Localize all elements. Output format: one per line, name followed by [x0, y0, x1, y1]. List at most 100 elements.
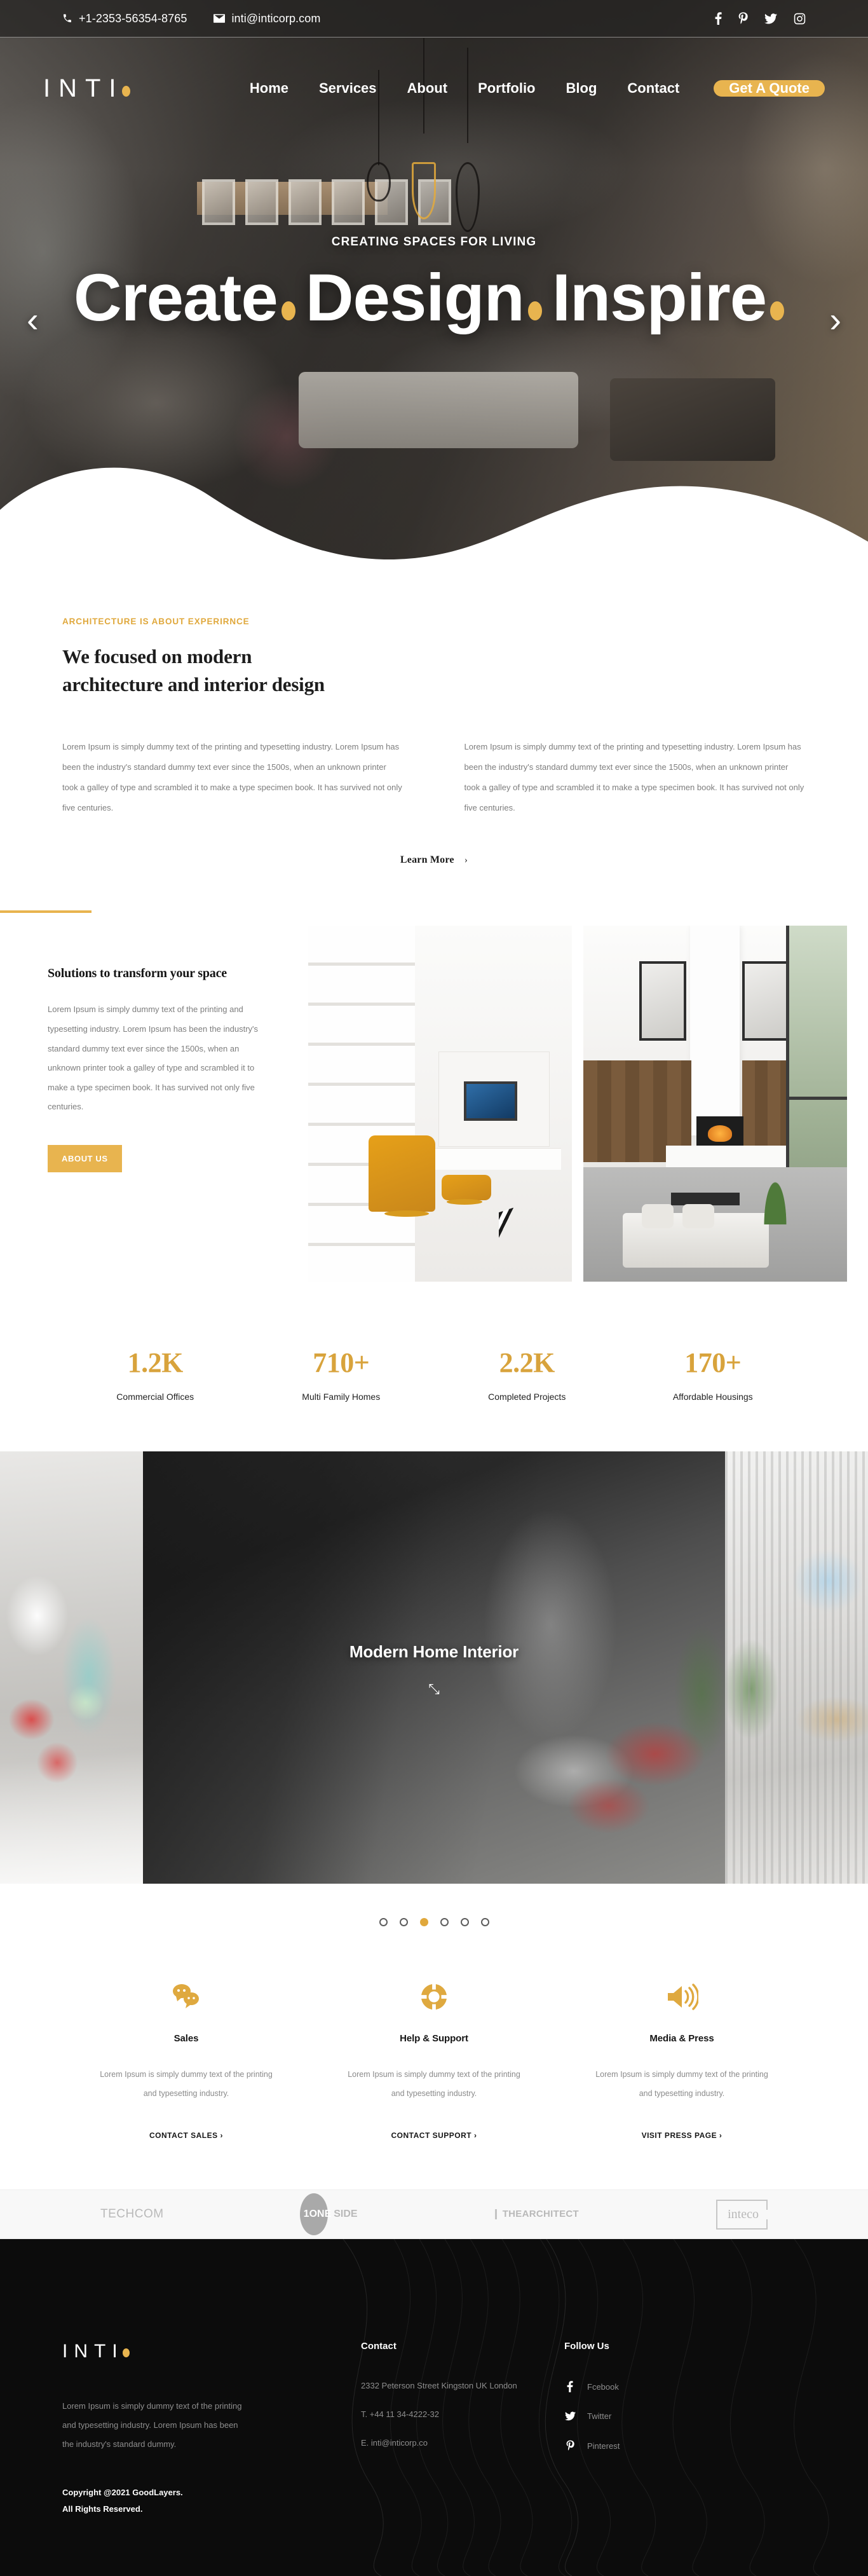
stat-number: 1.2K	[127, 1347, 184, 1379]
carousel-dot-2[interactable]	[399, 1918, 408, 1927]
focus-columns: Lorem Ipsum is simply dummy text of the …	[62, 737, 806, 818]
service-card-media: Media & Press Lorem Ipsum is simply dumm…	[558, 1977, 806, 2141]
nav-item-portfolio[interactable]: Portfolio	[463, 80, 550, 97]
focus-heading: We focused on modern architecture and in…	[62, 643, 806, 699]
client-logos-bar: TECH COM 1ONE SIDE THE ARCHITECT inteco	[0, 2189, 868, 2240]
site-logo[interactable]: INTI	[43, 74, 130, 103]
chat-bubbles-icon	[93, 1977, 280, 2017]
expand-arrows-icon[interactable]: ⤡	[428, 1682, 440, 1696]
top-bar: +1-2353-56354-8765 inti@inticorp.com	[0, 0, 868, 38]
hero-decor-sofa	[299, 372, 578, 448]
solutions-text-column: Solutions to transform your space Lorem …	[0, 910, 308, 1282]
contact-sales-link[interactable]: CONTACT SALES ›	[149, 2131, 223, 2140]
focus-section: ARCHITECTURE IS ABOUT EXPERIRNCE We focu…	[62, 559, 806, 866]
hero-dot-icon	[281, 301, 295, 320]
gallery-slide-active[interactable]: Modern Home Interior ⤡	[143, 1451, 725, 1884]
footer-logo[interactable]: INTI	[62, 2341, 361, 2362]
hero-dot-icon	[527, 301, 542, 320]
stat-number: 710+	[313, 1347, 370, 1379]
service-body: Lorem Ipsum is simply dummy text of the …	[100, 2070, 273, 2098]
stat-number: 2.2K	[499, 1347, 555, 1379]
instagram-icon[interactable]	[794, 13, 806, 25]
footer-facebook-link[interactable]: Fcebook	[564, 2381, 768, 2393]
footer-description: Lorem Ipsum is simply dummy text of the …	[62, 2401, 242, 2449]
twitter-icon[interactable]	[764, 13, 777, 24]
hero-word-1: Create	[73, 261, 278, 335]
stat-item: 710+ Multi Family Homes	[248, 1346, 435, 1402]
service-card-sales: Sales Lorem Ipsum is simply dummy text o…	[62, 1977, 310, 2141]
facebook-icon	[564, 2381, 576, 2393]
gallery-slide-next[interactable]	[725, 1451, 868, 1884]
twitter-icon	[564, 2411, 576, 2421]
logo-dot-icon	[121, 85, 130, 97]
solutions-image-group	[308, 910, 847, 1282]
footer-contact-column: Contact 2332 Peterson Street Kingston UK…	[361, 2341, 564, 2518]
gallery-slide-prev[interactable]	[0, 1451, 143, 1884]
nav-item-blog[interactable]: Blog	[551, 80, 613, 97]
speaker-icon	[588, 1977, 775, 2017]
carousel-dot-1[interactable]	[379, 1918, 388, 1927]
gallery-caption: Modern Home Interior ⤡	[143, 1642, 725, 1697]
top-bar-social-links	[715, 12, 806, 25]
hero-kicker: CREATING SPACES FOR LIVING	[331, 235, 537, 249]
hero-next-arrow-icon[interactable]: ›	[829, 302, 841, 338]
solutions-image-library	[308, 926, 572, 1282]
top-bar-email-text: inti@inticorp.com	[231, 11, 321, 25]
solutions-image-loft	[583, 926, 847, 1282]
footer-copyright-line-1: Copyright @2021 GoodLayers.	[62, 2487, 183, 2497]
nav-item-home[interactable]: Home	[234, 80, 304, 97]
get-a-quote-button[interactable]: Get A Quote	[714, 80, 825, 97]
footer-brand-column: INTI Lorem Ipsum is simply dummy text of…	[62, 2341, 361, 2518]
contact-support-link[interactable]: CONTACT SUPPORT ›	[391, 2131, 477, 2140]
techcom-light-text: COM	[134, 2207, 164, 2221]
solutions-body: Lorem Ipsum is simply dummy text of the …	[48, 1004, 259, 1112]
top-bar-email[interactable]: inti@inticorp.com	[214, 12, 320, 25]
focus-kicker: ARCHITECTURE IS ABOUT EXPERIRNCE	[62, 617, 250, 626]
stat-label: Completed Projects	[488, 1392, 566, 1402]
footer-email[interactable]: E. inti@inticorp.co	[361, 2438, 564, 2448]
nav-item-contact[interactable]: Contact	[612, 80, 695, 97]
hero-word-2: Design	[305, 261, 525, 335]
footer-phone[interactable]: T. +44 11 34-4222-32	[361, 2409, 564, 2419]
stats-section: 1.2K Commercial Offices 710+ Multi Famil…	[62, 1288, 806, 1451]
footer-follow-title: Follow Us	[564, 2341, 609, 2352]
footer-logo-dot-icon	[122, 2348, 130, 2358]
pinterest-icon[interactable]	[738, 12, 748, 25]
nav-item-services[interactable]: Services	[304, 80, 392, 97]
chevron-right-icon: ›	[464, 855, 468, 866]
footer-facebook-label: Fcebook	[587, 2381, 619, 2392]
footer-twitter-link[interactable]: Twitter	[564, 2411, 768, 2421]
client-logo-the-architect: THE ARCHITECT	[494, 2209, 579, 2220]
visit-press-page-link[interactable]: VISIT PRESS PAGE ›	[642, 2131, 722, 2140]
gallery-carousel: Modern Home Interior ⤡	[0, 1451, 868, 1884]
main-navigation: INTI Home Services About Portfolio Blog …	[0, 38, 868, 139]
stat-label: Commercial Offices	[116, 1392, 194, 1402]
client-logo-techcom: TECH COM	[100, 2207, 164, 2221]
service-title: Media & Press	[649, 2033, 714, 2045]
top-bar-contact-group: +1-2353-56354-8765 inti@inticorp.com	[62, 12, 320, 25]
client-logo-oneside: 1ONE SIDE	[299, 2193, 358, 2236]
footer-copyright-line-2: All Rights Reserved.	[62, 2504, 143, 2514]
hero-wave-divider	[0, 467, 868, 559]
service-title: Help & Support	[400, 2033, 468, 2045]
lifebuoy-icon	[341, 1977, 527, 2017]
about-us-button[interactable]: ABOUT US	[48, 1144, 122, 1172]
focus-heading-line-2: architecture and interior design	[62, 673, 325, 696]
techcom-bold-text: TECH	[100, 2207, 135, 2221]
architect-line-2: ARCHITECT	[522, 2209, 579, 2220]
footer-pinterest-link[interactable]: Pinterest	[564, 2440, 768, 2451]
stat-number: 170+	[684, 1347, 742, 1379]
nav-item-about[interactable]: About	[392, 80, 463, 97]
facebook-icon[interactable]	[715, 12, 722, 25]
learn-more-label: Learn More	[400, 854, 454, 866]
hero-prev-arrow-icon[interactable]: ‹	[27, 302, 39, 338]
service-title: Sales	[173, 2033, 199, 2045]
carousel-dot-4[interactable]	[440, 1918, 449, 1927]
carousel-dot-5[interactable]	[460, 1918, 469, 1927]
focus-paragraph-right: Lorem Ipsum is simply dummy text of the …	[464, 742, 804, 812]
footer-logo-text: INTI	[62, 2341, 124, 2362]
carousel-dot-3[interactable]	[419, 1918, 428, 1927]
learn-more-link[interactable]: Learn More ›	[400, 854, 468, 865]
carousel-dot-6[interactable]	[480, 1918, 489, 1927]
top-bar-phone[interactable]: +1-2353-56354-8765	[62, 12, 187, 25]
